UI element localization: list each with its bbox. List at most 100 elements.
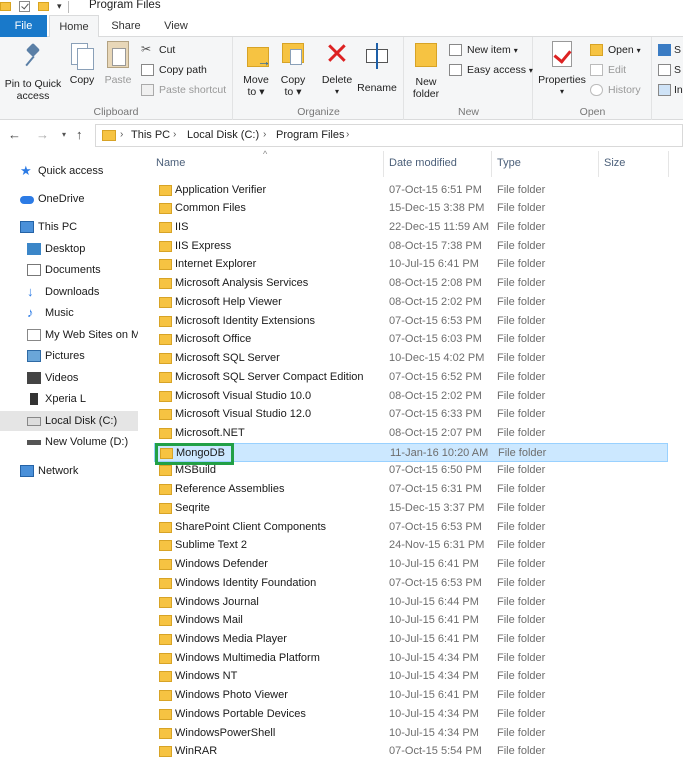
file-row[interactable]: MSBuild 07-Oct-15 6:50 PM File folder [154,461,668,480]
file-row[interactable]: Internet Explorer 10-Jul-15 6:41 PM File f… [154,255,668,274]
column-header-type[interactable]: Type [497,157,521,169]
nav-downloads[interactable]: ↓ Downloads [27,282,138,302]
recent-locations-dropdown-icon[interactable]: ▾ [62,130,66,139]
file-row[interactable]: WinRAR 07-Oct-15 5:54 PM File folder [154,742,668,761]
address-box[interactable]: › This PC › Local Disk (C:) › Program Fi… [95,124,683,147]
nav-network[interactable]: Network [20,461,138,481]
nav-new-volume-d[interactable]: New Volume (D:) [27,432,138,452]
file-row[interactable]: Microsoft Identity Extensions 07-Oct-15 6… [154,312,668,331]
delete-dropdown-icon[interactable]: ▾ [319,86,355,98]
rename-button[interactable]: Rename [356,41,398,94]
paste-button[interactable]: Paste [100,41,136,86]
nav-my-web-sites[interactable]: My Web Sites on M [27,325,138,345]
properties-button[interactable]: Properties ▾ [536,41,588,98]
column-divider[interactable] [598,151,599,177]
copy-path-label: Copy path [159,64,207,76]
cut-button[interactable]: ✂ Cut [141,42,175,58]
breadcrumb-separator[interactable]: › [263,129,266,140]
nav-this-pc[interactable]: This PC [20,217,138,237]
file-row[interactable]: Windows Media Player 10-Jul-15 6:41 PM Fil… [154,630,668,649]
nav-quick-access[interactable]: ★ Quick access [20,161,138,181]
file-row[interactable]: WindowsPowerShell 10-Jul-15 4:34 PM File f… [154,724,668,743]
new-folder-button[interactable]: New folder [407,41,445,100]
column-header-name[interactable]: Name [156,157,185,169]
column-divider[interactable] [491,151,492,177]
file-row[interactable]: Windows NT 10-Jul-15 4:34 PM File folder [154,667,668,686]
file-row[interactable]: MongoDB 11-Jan-16 10:20 AM File folder [154,442,668,462]
easy-access-button[interactable]: Easy access ▾ [449,62,533,78]
copy-path-button[interactable]: Copy path [141,62,207,78]
file-row[interactable]: Common Files 15-Dec-15 3:38 PM File folder [154,199,668,218]
breadcrumb-separator[interactable]: › [120,129,123,140]
column-header-size[interactable]: Size [604,157,625,169]
breadcrumb-this-pc[interactable]: This PC [131,129,170,141]
file-row[interactable]: Microsoft Office 07-Oct-15 6:03 PM File fo… [154,330,668,349]
copy-button[interactable]: Copy [66,41,98,86]
file-row[interactable]: Windows Portable Devices 10-Jul-15 4:34 P… [154,705,668,724]
copy-to-button[interactable]: Copy to ▾ [276,41,310,98]
file-row[interactable]: Microsoft Visual Studio 10.0 08-Oct-15 2:… [154,387,668,406]
pin-to-quick-access-button[interactable]: Pin to Quick access [2,41,64,102]
nav-xperia[interactable]: Xperia L [27,389,138,409]
file-row[interactable]: Windows Mail 10-Jul-15 6:41 PM File folder [154,611,668,630]
tab-file[interactable]: File [0,15,47,37]
folder-icon [159,671,172,683]
breadcrumb-separator[interactable]: › [346,129,349,140]
file-row[interactable]: Microsoft Analysis Services 08-Oct-15 2:0… [154,274,668,293]
file-row[interactable]: Microsoft Help Viewer 08-Oct-15 2:02 PM Fi… [154,293,668,312]
nav-pictures[interactable]: Pictures [27,346,138,366]
properties-dropdown-icon[interactable]: ▾ [536,86,588,98]
tab-home[interactable]: Home [49,15,99,38]
new-item-button[interactable]: New item ▾ [449,42,518,58]
file-row[interactable]: Windows Photo Viewer 10-Jul-15 6:41 PM Fil… [154,686,668,705]
file-row[interactable]: Windows Multimedia Platform 10-Jul-15 4:3… [154,649,668,668]
delete-button[interactable]: ✕ Delete ▾ [319,40,355,98]
file-row[interactable]: Reference Assemblies 07-Oct-15 6:31 PM Fil… [154,480,668,499]
file-row[interactable]: Seqrite 15-Dec-15 3:37 PM File folder [154,499,668,518]
invert-selection-button[interactable]: In [658,82,683,98]
file-row[interactable]: IIS 22-Dec-15 11:59 AM File folder [154,218,668,237]
open-button[interactable]: Open ▾ [590,42,641,58]
nav-local-disk-c[interactable]: Local Disk (C:) [0,411,138,431]
file-row[interactable]: SharePoint Client Components 07-Oct-15 6:… [154,518,668,537]
file-row[interactable]: Microsoft.NET 08-Oct-15 2:07 PM File folde… [154,424,668,443]
file-row[interactable]: IIS Express 08-Oct-15 7:38 PM File folder [154,237,668,256]
file-row[interactable]: Sublime Text 2 24-Nov-15 6:31 PM File fold… [154,536,668,555]
history-icon [590,84,603,96]
file-row[interactable]: Microsoft SQL Server Compact Edition 07-O… [154,368,668,387]
customize-toolbar-dropdown-icon[interactable]: ▾ [57,1,62,12]
nav-desktop[interactable]: Desktop [27,239,138,259]
properties-quick-icon[interactable] [19,1,30,12]
file-row[interactable]: Microsoft SQL Server 10-Dec-15 4:02 PM Fil… [154,349,668,368]
move-to-button[interactable]: → Move to ▾ [238,41,274,98]
edit-button[interactable]: Edit [590,62,626,78]
history-button[interactable]: History [590,82,641,98]
nav-onedrive[interactable]: OneDrive [20,189,138,209]
select-none-button[interactable]: S [658,62,681,78]
breadcrumb-separator[interactable]: › [173,129,176,140]
forward-icon[interactable]: → [36,127,49,142]
file-row[interactable]: Microsoft Visual Studio 12.0 07-Oct-15 6:… [154,405,668,424]
nav-documents[interactable]: Documents [27,260,138,280]
file-row[interactable]: Windows Identity Foundation 07-Oct-15 6:5… [154,574,668,593]
breadcrumb-program-files[interactable]: Program Files [276,129,344,141]
new-folder-quick-icon[interactable] [38,2,49,11]
file-row[interactable]: Windows Journal 10-Jul-15 6:44 PM File fol… [154,593,668,612]
file-row[interactable]: Windows Defender 10-Jul-15 6:41 PM File fo… [154,555,668,574]
paste-shortcut-button[interactable]: Paste shortcut [141,82,226,98]
breadcrumb-local-disk[interactable]: Local Disk (C:) [187,129,259,141]
up-icon[interactable]: ↑ [76,127,83,142]
nav-label: Xperia L [45,393,86,405]
nav-music[interactable]: ♪ Music [27,303,138,323]
back-icon[interactable]: ← [8,127,21,142]
select-all-button[interactable]: S [658,42,681,58]
web-sites-icon [27,329,41,341]
tab-share[interactable]: Share [100,15,152,37]
column-divider[interactable] [383,151,384,177]
file-row[interactable]: Application Verifier 07-Oct-15 6:51 PM Fil… [154,181,668,200]
column-header-date-modified[interactable]: Date modified [389,157,457,169]
file-date-modified: 11-Jan-16 10:20 AM [390,446,489,459]
nav-videos[interactable]: Videos [27,368,138,388]
tab-view[interactable]: View [152,15,200,37]
column-divider[interactable] [668,151,669,177]
